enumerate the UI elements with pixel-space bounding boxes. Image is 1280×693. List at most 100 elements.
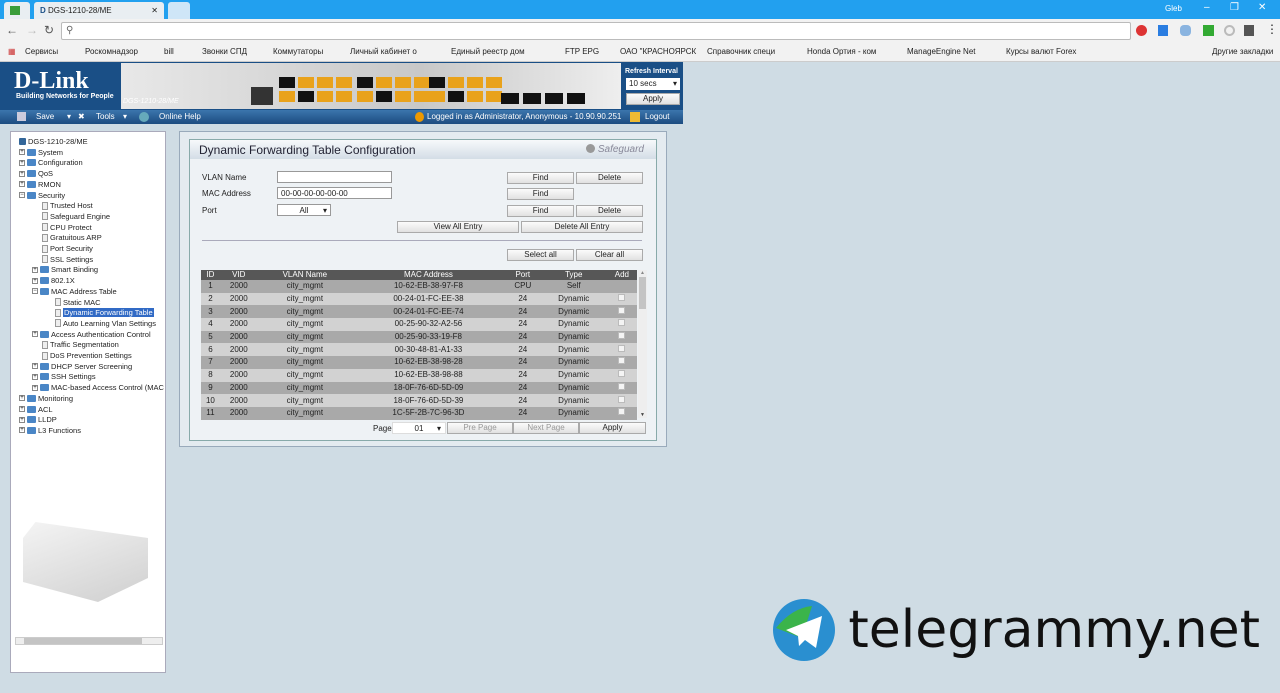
- adblock-icon[interactable]: [1136, 25, 1147, 36]
- save-menu[interactable]: Save: [36, 112, 54, 121]
- tree-item[interactable]: + DHCP Server Screening: [32, 362, 132, 371]
- scroll-up-icon[interactable]: ▲: [638, 270, 647, 276]
- view-all-entry-button[interactable]: View All Entry: [397, 221, 519, 233]
- tree-item[interactable]: +802.1X: [32, 276, 75, 285]
- chevron-down-icon[interactable]: ▾: [123, 112, 127, 121]
- mac-address-input[interactable]: 00-00-00-00-00-00: [277, 187, 392, 199]
- add-checkbox[interactable]: [618, 382, 626, 390]
- delete-vlan-button[interactable]: Delete: [576, 172, 643, 184]
- close-window-icon[interactable]: ✕: [1258, 2, 1266, 13]
- add-checkbox[interactable]: [618, 357, 626, 365]
- find-vlan-button[interactable]: Find: [507, 172, 574, 184]
- bookmark[interactable]: Единый реестр дом: [451, 47, 525, 56]
- page-select[interactable]: 01 ▾: [392, 422, 446, 434]
- apps-icon[interactable]: ▦: [8, 47, 16, 56]
- extension-icon[interactable]: [1158, 25, 1168, 36]
- extension-badge-icon[interactable]: [1203, 25, 1214, 36]
- bookmark[interactable]: Роскомнадзор: [85, 47, 138, 56]
- tree-item[interactable]: CPU Protect: [32, 223, 92, 232]
- tree-item[interactable]: − MAC Address Table: [32, 287, 117, 296]
- pinned-tab[interactable]: [4, 2, 30, 19]
- online-help-link[interactable]: Online Help: [159, 112, 201, 121]
- bookmark[interactable]: bill: [164, 47, 174, 56]
- vlan-name-input[interactable]: [277, 171, 392, 183]
- bookmark[interactable]: Honda Ортия - ком: [807, 47, 876, 56]
- tree-item[interactable]: + Monitoring: [19, 394, 73, 403]
- tree-item[interactable]: Static MAC: [45, 298, 101, 307]
- expand-icon[interactable]: +: [32, 373, 38, 380]
- delete-all-entry-button[interactable]: Delete All Entry: [521, 221, 643, 233]
- tree-item[interactable]: Auto Learning Vlan Settings: [45, 319, 156, 328]
- expand-icon[interactable]: +: [32, 363, 38, 370]
- find-port-button[interactable]: Find: [507, 205, 574, 217]
- profile-name[interactable]: Gleb: [1165, 4, 1182, 13]
- delete-port-button[interactable]: Delete: [576, 205, 643, 217]
- bookmark[interactable]: Сервисы: [25, 47, 58, 56]
- tree-item[interactable]: + LLDP: [19, 415, 57, 424]
- bookmark[interactable]: FTP EPG: [565, 47, 599, 56]
- logout-button[interactable]: Logout: [645, 112, 669, 121]
- url-input[interactable]: ⚲: [61, 22, 1131, 40]
- clear-all-button[interactable]: Clear all: [576, 249, 643, 261]
- horizontal-scrollbar[interactable]: [15, 637, 163, 645]
- menu-icon[interactable]: ⋮: [1266, 22, 1278, 36]
- add-checkbox[interactable]: [618, 294, 626, 302]
- port-select[interactable]: All ▾: [277, 204, 331, 216]
- add-checkbox[interactable]: [618, 395, 626, 403]
- bookmark[interactable]: Звонки СПД: [202, 47, 247, 56]
- refresh-interval-select[interactable]: 10 secs ▾: [626, 78, 680, 90]
- key-extension-icon[interactable]: [1244, 25, 1254, 36]
- tree-item[interactable]: + QoS: [19, 169, 53, 178]
- add-checkbox[interactable]: [618, 332, 626, 340]
- tools-menu[interactable]: Tools: [96, 112, 115, 121]
- select-all-button[interactable]: Select all: [507, 249, 574, 261]
- back-icon[interactable]: ←: [6, 23, 18, 37]
- expand-icon[interactable]: +: [32, 384, 38, 391]
- tree-item[interactable]: SSL Settings: [32, 255, 93, 264]
- reload-icon[interactable]: ↻: [44, 23, 54, 37]
- tree-item[interactable]: + System: [19, 148, 63, 157]
- bookmark[interactable]: Коммутаторы: [273, 47, 323, 56]
- bookmark[interactable]: ОАО "КРАСНОЯРСК: [620, 47, 696, 56]
- tree-item[interactable]: Safeguard Engine: [32, 212, 110, 221]
- tab-active[interactable]: D DGS-1210-28/ME ✕: [34, 2, 164, 19]
- tree-item[interactable]: DoS Prevention Settings: [32, 351, 132, 360]
- tree-item[interactable]: − Security: [19, 191, 65, 200]
- forward-icon[interactable]: →: [26, 23, 38, 37]
- expand-icon[interactable]: +: [19, 395, 25, 402]
- expand-icon[interactable]: +: [19, 416, 25, 423]
- tree-item[interactable]: + Smart Binding: [32, 265, 98, 274]
- cloud-extension-icon[interactable]: [1180, 25, 1191, 36]
- tree-item[interactable]: Traffic Segmentation: [32, 340, 119, 349]
- add-checkbox[interactable]: [618, 319, 626, 327]
- scrollbar-thumb[interactable]: [639, 277, 646, 309]
- new-tab-button[interactable]: [168, 2, 190, 19]
- tree-item[interactable]: Port Security: [32, 244, 93, 253]
- page-apply-button[interactable]: Apply: [579, 422, 646, 434]
- tree-item[interactable]: + MAC-based Access Control (MAC: [32, 383, 164, 392]
- expand-icon[interactable]: +: [19, 181, 25, 188]
- collapse-icon[interactable]: −: [32, 288, 38, 295]
- expand-icon[interactable]: +: [19, 159, 25, 166]
- bookmark[interactable]: Справочник специ: [707, 47, 775, 56]
- expand-icon[interactable]: +: [19, 427, 25, 434]
- disabled-extension-icon[interactable]: [1224, 25, 1235, 36]
- tree-item[interactable]: + Access Authentication Control: [32, 330, 151, 339]
- scroll-down-icon[interactable]: ▼: [638, 412, 647, 418]
- bookmark-folder[interactable]: Другие закладки: [1212, 47, 1273, 56]
- tree-item[interactable]: Dynamic Forwarding Table: [45, 308, 154, 318]
- table-scrollbar[interactable]: ▲ ▼: [638, 270, 647, 418]
- chevron-down-icon[interactable]: ▾: [67, 112, 71, 121]
- expand-icon[interactable]: +: [19, 149, 25, 156]
- next-page-button[interactable]: Next Page: [513, 422, 579, 434]
- expand-icon[interactable]: +: [32, 277, 38, 284]
- expand-icon[interactable]: +: [32, 266, 38, 273]
- tree-item[interactable]: Trusted Host: [32, 201, 93, 210]
- tree-item[interactable]: DGS-1210-28/ME: [19, 137, 88, 146]
- add-checkbox[interactable]: [618, 408, 626, 416]
- tree-item[interactable]: + SSH Settings: [32, 372, 96, 381]
- tree-item[interactable]: + ACL: [19, 405, 53, 414]
- collapse-icon[interactable]: −: [19, 192, 25, 198]
- bookmark[interactable]: Личный кабинет о: [350, 47, 417, 56]
- bookmark[interactable]: ManageEngine Net: [907, 47, 976, 56]
